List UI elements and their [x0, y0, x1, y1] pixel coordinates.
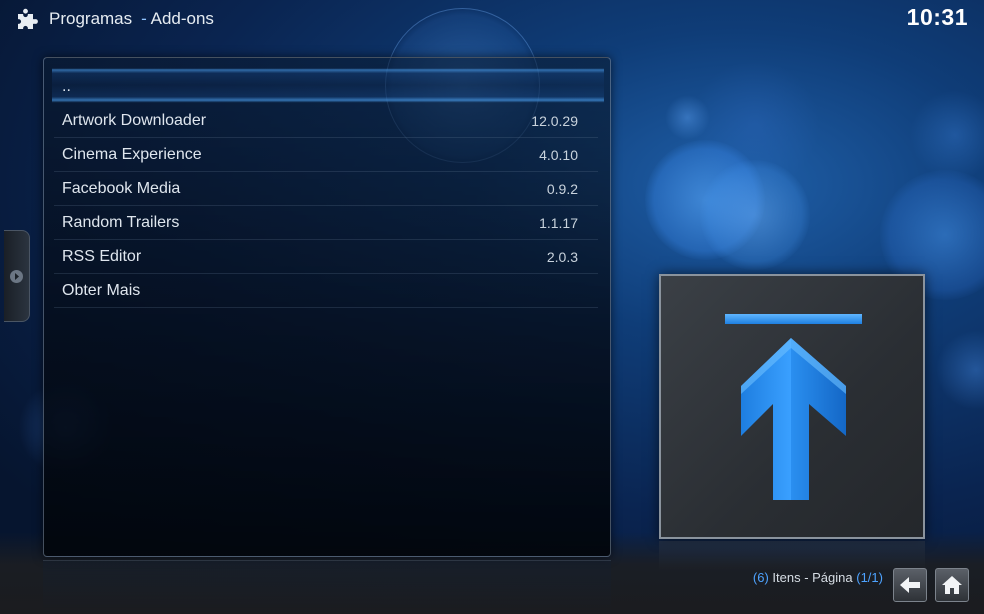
item-count: (6) Itens - Página (1/1)	[753, 570, 883, 585]
back-button[interactable]	[893, 568, 927, 602]
page-value: 1/1	[860, 570, 879, 585]
list-item[interactable]: RSS Editor 2.0.3	[54, 240, 598, 274]
list-item-label: RSS Editor	[62, 247, 142, 265]
page-close: )	[878, 570, 883, 585]
list-item[interactable]: Random Trailers 1.1.17	[54, 206, 598, 240]
bokeh-circle	[645, 140, 765, 260]
panel-reflection	[43, 560, 611, 614]
list-item-parent[interactable]: ..	[54, 70, 598, 104]
addon-list: .. Artwork Downloader 12.0.29 Cinema Exp…	[44, 70, 612, 308]
list-item[interactable]: Obter Mais	[54, 274, 598, 308]
home-icon	[942, 576, 962, 594]
thumbnail-reflection	[659, 541, 925, 571]
list-item-label: Obter Mais	[62, 281, 141, 299]
list-item-version: 1.1.17	[539, 214, 578, 231]
list-item[interactable]: Cinema Experience 4.0.10	[54, 138, 598, 172]
list-item-version: 4.0.10	[539, 146, 578, 163]
count-text: Itens - Página	[768, 570, 857, 585]
bokeh-circle	[910, 90, 984, 180]
list-item-version: 2.0.3	[546, 248, 578, 265]
clock: 10:31	[906, 4, 968, 30]
list-item-label: Random Trailers	[62, 213, 180, 231]
header: Programas - Add-ons 10:31	[0, 0, 984, 40]
breadcrumb-separator-text: -	[141, 9, 147, 28]
list-item-label: Cinema Experience	[62, 145, 202, 163]
bokeh-circle	[936, 330, 984, 410]
back-arrow-icon	[900, 577, 920, 593]
breadcrumb-current: Add-ons	[150, 9, 214, 28]
list-item-version: 0.9.2	[546, 180, 578, 197]
up-arrow-icon	[725, 314, 862, 500]
chevron-right-icon	[10, 269, 23, 283]
bokeh-circle	[700, 160, 810, 270]
addon-list-panel: .. Artwork Downloader 12.0.29 Cinema Exp…	[43, 57, 611, 557]
breadcrumb-separator: - Add-ons	[141, 9, 214, 29]
list-item-version: 12.0.29	[531, 112, 578, 129]
list-item-label: ..	[62, 78, 71, 95]
list-item-label: Artwork Downloader	[62, 111, 207, 129]
home-button[interactable]	[935, 568, 969, 602]
list-item[interactable]: Facebook Media 0.9.2	[54, 172, 598, 206]
puzzle-icon	[16, 7, 40, 31]
list-item-label: Facebook Media	[62, 179, 181, 197]
item-thumbnail	[659, 274, 925, 539]
side-menu-tab[interactable]	[4, 230, 30, 322]
list-item[interactable]: Artwork Downloader 12.0.29	[54, 104, 598, 138]
bokeh-circle	[690, 60, 820, 190]
breadcrumb: Programas - Add-ons	[16, 6, 214, 32]
bokeh-circle	[665, 95, 710, 140]
breadcrumb-section[interactable]: Programas	[49, 9, 132, 29]
